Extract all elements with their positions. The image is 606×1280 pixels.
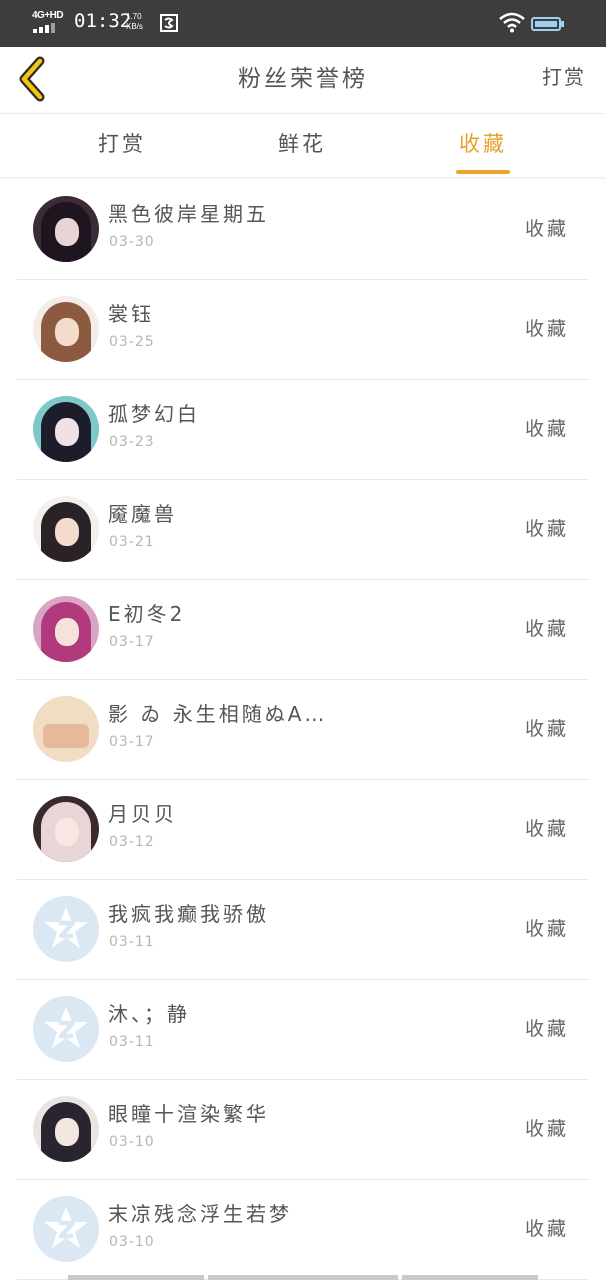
page-title: 粉丝荣誉榜 — [238, 66, 368, 92]
tab-flowers[interactable]: 鲜花 — [242, 115, 362, 179]
item-date: 03-17 — [109, 634, 155, 650]
signal-icon: 4G+HD — [32, 10, 68, 36]
item-action: 收藏 — [524, 218, 569, 240]
user-name: 末凉残念浮生若梦 — [108, 1202, 292, 1226]
default-avatar-icon — [33, 996, 99, 1062]
default-avatar-icon — [33, 896, 99, 962]
item-date: 03-21 — [109, 534, 155, 550]
avatar — [33, 196, 99, 262]
wifi-icon — [499, 12, 525, 33]
status-bar: 4G+HD 01:32 1.70 KB/s — [0, 0, 606, 47]
avatar — [33, 1096, 99, 1162]
user-name: 孤梦幻白 — [108, 402, 200, 426]
user-name: E初冬2 — [108, 602, 186, 626]
screenshot-app-icon — [160, 14, 178, 32]
list-item[interactable]: 影 ゐ 永生相随ぬA… 03-17 收藏 — [17, 680, 589, 780]
tab-bar: 打赏 鲜花 收藏 — [0, 115, 606, 179]
list-item[interactable]: 黑色彼岸星期五 03-30 收藏 — [17, 180, 589, 280]
user-name: 月贝贝 — [108, 802, 177, 826]
scroll-indicator — [402, 1275, 538, 1280]
title-bar: 粉丝荣誉榜 打赏 — [0, 47, 606, 114]
user-name: 眼瞳十渲染繁华 — [108, 1102, 269, 1126]
item-action: 收藏 — [524, 318, 569, 340]
reward-button[interactable]: 打赏 — [542, 61, 586, 90]
item-date: 03-30 — [109, 234, 155, 250]
item-date: 03-10 — [109, 1134, 155, 1150]
item-date: 03-12 — [109, 834, 155, 850]
list-item[interactable]: 月贝贝 03-12 收藏 — [17, 780, 589, 880]
item-date: 03-17 — [109, 734, 155, 750]
avatar — [33, 496, 99, 562]
list-item[interactable]: 我疯我癫我骄傲 03-11 收藏 — [17, 880, 589, 980]
default-avatar-icon — [33, 1196, 99, 1262]
item-date: 03-10 — [109, 1234, 155, 1250]
user-name: 黑色彼岸星期五 — [108, 202, 269, 226]
scroll-indicator — [68, 1275, 204, 1280]
list-item[interactable]: 魇魔兽 03-21 收藏 — [17, 480, 589, 580]
list-item[interactable]: 末凉残念浮生若梦 03-10 收藏 — [17, 1180, 589, 1280]
list-item[interactable]: E初冬2 03-17 收藏 — [17, 580, 589, 680]
list-item[interactable]: 沐、；静 03-11 收藏 — [17, 980, 589, 1080]
list-item[interactable]: 裳钰 03-25 收藏 — [17, 280, 589, 380]
avatar — [33, 696, 99, 762]
user-name: 影 ゐ 永生相随ぬA… — [108, 702, 328, 726]
speed-value: 1.70 — [126, 12, 142, 21]
item-date: 03-11 — [109, 934, 155, 950]
item-action: 收藏 — [524, 718, 569, 740]
speed-unit: KB/s — [126, 22, 143, 31]
item-action: 收藏 — [524, 518, 569, 540]
scroll-indicator — [208, 1275, 398, 1280]
item-action: 收藏 — [524, 618, 569, 640]
avatar — [33, 596, 99, 662]
item-action: 收藏 — [524, 418, 569, 440]
network-type: 4G+HD — [32, 10, 64, 21]
avatar — [33, 296, 99, 362]
list-item[interactable]: 眼瞳十渲染繁华 03-10 收藏 — [17, 1080, 589, 1180]
item-action: 收藏 — [524, 1018, 569, 1040]
user-name: 裳钰 — [108, 302, 154, 326]
item-action: 收藏 — [524, 918, 569, 940]
avatar — [33, 796, 99, 862]
battery-icon — [531, 17, 564, 31]
user-name: 沐、；静 — [108, 1002, 190, 1026]
item-date: 03-11 — [109, 1034, 155, 1050]
fans-list: 黑色彼岸星期五 03-30 收藏 裳钰 03-25 收藏 孤梦幻白 03-23 … — [0, 180, 606, 1280]
user-name: 我疯我癫我骄傲 — [108, 902, 269, 926]
avatar — [33, 396, 99, 462]
item-action: 收藏 — [524, 1218, 569, 1240]
item-action: 收藏 — [524, 818, 569, 840]
user-name: 魇魔兽 — [108, 502, 177, 526]
status-time: 01:32 — [74, 10, 132, 32]
network-speed: 1.70 KB/s — [126, 12, 143, 32]
item-date: 03-23 — [109, 434, 155, 450]
list-item[interactable]: 孤梦幻白 03-23 收藏 — [17, 380, 589, 480]
item-date: 03-25 — [109, 334, 155, 350]
tab-favorites[interactable]: 收藏 — [423, 115, 543, 179]
item-action: 收藏 — [524, 1118, 569, 1140]
tab-reward[interactable]: 打赏 — [62, 115, 182, 179]
